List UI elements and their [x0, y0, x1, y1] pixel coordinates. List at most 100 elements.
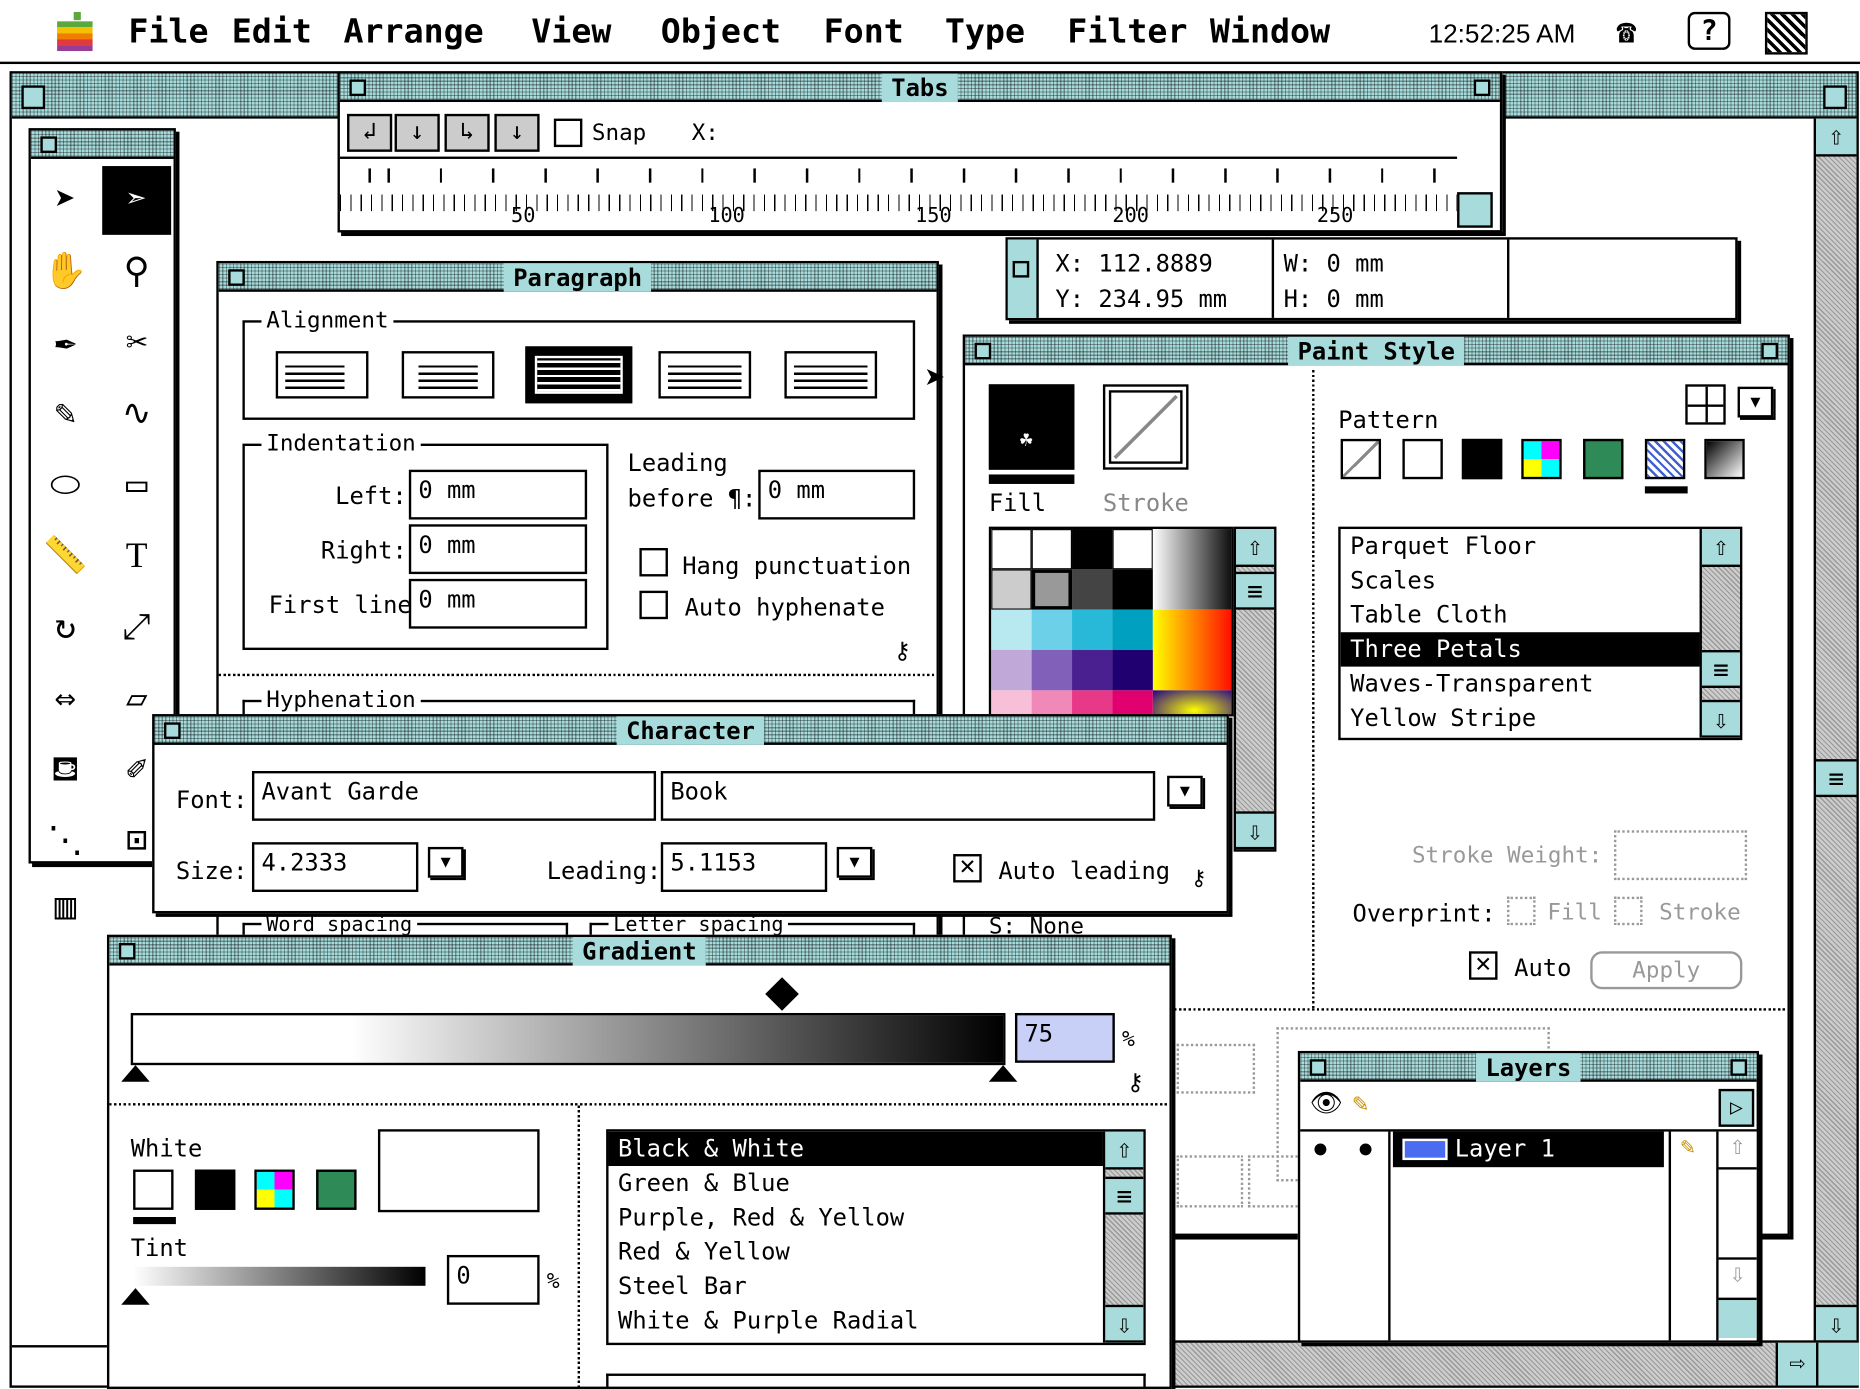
auto-checkbox[interactable]: ✕ [1468, 951, 1498, 980]
white-swatch[interactable] [1402, 438, 1443, 480]
font-size-dropdown[interactable]: ▼ [427, 846, 464, 878]
brush-tool-icon[interactable]: ✎ [31, 380, 100, 449]
pattern-item[interactable]: Parquet Floor [1341, 529, 1740, 563]
layers-size-box-icon[interactable] [1718, 1297, 1757, 1338]
gradient-scroll-down-icon[interactable]: ⇩ [1105, 1304, 1144, 1343]
overprint-stroke-checkbox[interactable] [1613, 896, 1643, 926]
gradient-item-selected[interactable]: Black & White [608, 1131, 1144, 1166]
font-style-dropdown[interactable]: ▼ [1167, 775, 1203, 807]
gradient-scroll-thumb[interactable]: ≡ [1105, 1176, 1144, 1215]
zoom-tool-icon[interactable]: ⚲ [102, 237, 171, 306]
gradient-black-swatch[interactable] [194, 1169, 236, 1210]
gradient-list-scrollbar[interactable]: ⇧ ≡ ⇩ [1102, 1131, 1144, 1343]
gradient-scroll-up-icon[interactable]: ⇧ [1105, 1131, 1144, 1170]
paint-zoom-box[interactable] [1761, 342, 1778, 360]
dash-pattern-field[interactable] [1176, 1043, 1256, 1094]
stroke-weight-field[interactable] [1613, 830, 1748, 881]
layers-scroll-up-icon[interactable]: ⇧ [1718, 1132, 1757, 1170]
stroke-swatch[interactable] [1102, 384, 1189, 470]
font-name-field[interactable]: Avant Garde [251, 771, 657, 821]
pattern-item[interactable]: Table Cloth [1341, 598, 1740, 632]
decimal-tab-button[interactable]: ↓ [494, 113, 540, 152]
menu-file[interactable]: File [128, 12, 208, 51]
paragraph-close-box[interactable] [228, 269, 245, 286]
leading-dropdown[interactable]: ▼ [836, 846, 873, 878]
gradient-midpoint-icon[interactable] [765, 977, 799, 1011]
layers-title-bar[interactable]: Layers [1300, 1053, 1757, 1082]
leading-field[interactable]: 5.1153 [660, 842, 828, 892]
document-close-box[interactable] [21, 85, 46, 110]
pen-tool-icon[interactable]: ✒ [31, 308, 100, 377]
pattern-item[interactable]: Scales [1341, 563, 1740, 597]
align-justify-icon[interactable] [658, 351, 752, 399]
hang-punctuation-checkbox[interactable] [639, 548, 668, 577]
blend-tool-icon[interactable]: ⋱ [31, 807, 100, 876]
tab-ruler[interactable]: 50 100 150 200 250 [339, 156, 1458, 231]
vertical-scrollbar[interactable]: ⇧ ≡ ⇩ [1813, 118, 1857, 1343]
phone-icon[interactable]: ☎ [1616, 12, 1636, 51]
paint-bucket-tool-icon[interactable]: ⛾ [31, 735, 100, 804]
layers-scroll-down-icon[interactable]: ⇩ [1718, 1257, 1757, 1295]
layers-zoom-box[interactable] [1730, 1059, 1748, 1076]
auto-leading-checkbox[interactable]: ✕ [953, 853, 982, 883]
scissors-tool-icon[interactable]: ✂ [102, 308, 171, 377]
black-swatch[interactable] [1461, 438, 1503, 480]
menu-filter[interactable]: Filter [1067, 12, 1187, 51]
font-style-field[interactable]: Book [660, 771, 1156, 821]
graph-tool-icon[interactable]: ▥ [31, 878, 100, 937]
snap-checkbox[interactable] [553, 118, 583, 148]
pattern-scroll-down-icon[interactable]: ⇩ [1701, 699, 1740, 738]
gradient-item[interactable]: Purple, Red & Yellow [609, 1200, 1144, 1234]
scroll-right-icon[interactable]: ⇨ [1775, 1342, 1817, 1386]
tint-slider-thumb-icon[interactable] [121, 1288, 150, 1305]
direct-selection-tool-icon[interactable]: ➣ [102, 166, 172, 235]
green-swatch[interactable] [1583, 438, 1624, 480]
align-force-justify-icon[interactable] [784, 351, 878, 399]
ellipse-tool-icon[interactable]: ⬭ [31, 451, 100, 520]
gradient-swatch[interactable] [1704, 438, 1745, 480]
gradient-percent-field[interactable]: 75 [1014, 1012, 1115, 1063]
size-box-icon[interactable] [1816, 1342, 1859, 1386]
rotate-tool-icon[interactable]: ↻ [31, 593, 100, 662]
menu-font[interactable]: Font [824, 12, 904, 51]
type-tool-icon[interactable]: T [102, 522, 171, 591]
tabs-zoom-box[interactable] [1473, 79, 1491, 97]
gradient-green-swatch[interactable] [316, 1169, 357, 1210]
gradient-item[interactable]: White & Purple Radial [609, 1304, 1144, 1338]
pattern-scroll-thumb[interactable]: ≡ [1701, 650, 1740, 688]
reflect-tool-icon[interactable]: ⇔ [31, 664, 100, 733]
layers-close-box[interactable] [1309, 1059, 1327, 1076]
layers-menu-button[interactable]: ▷ [1718, 1088, 1755, 1127]
gradient-process-swatch[interactable] [254, 1169, 295, 1210]
fill-swatch[interactable]: ☘ [988, 384, 1075, 470]
paragraph-title-bar[interactable]: Paragraph [218, 263, 937, 292]
layers-scrollbar[interactable]: ⇧ ⇩ [1716, 1131, 1757, 1341]
tint-slider[interactable] [133, 1266, 426, 1286]
menubar-clock[interactable]: 12:52:25 AM [1429, 19, 1576, 50]
gradient-item[interactable]: Green & Blue [609, 1166, 1144, 1200]
pattern-menu-dropdown[interactable]: ▼ [1737, 386, 1774, 418]
gradient-white-swatch[interactable] [133, 1169, 174, 1210]
swatch-scroll-down-icon[interactable]: ⇩ [1236, 811, 1275, 850]
right-tab-button[interactable]: ↳ [444, 113, 490, 152]
gradient-end-stop-icon[interactable] [988, 1065, 1018, 1082]
gradient-title-bar[interactable]: Gradient [109, 937, 1170, 966]
horizontal-scrollbar[interactable]: ⇨ [1171, 1340, 1859, 1386]
auto-hyphenate-checkbox[interactable] [639, 590, 668, 620]
menu-view[interactable]: View [531, 12, 611, 51]
color-swatch-grid[interactable] [988, 526, 1234, 717]
gradient-close-box[interactable] [118, 942, 136, 960]
align-center-icon[interactable] [401, 351, 495, 399]
rectangle-tool-icon[interactable]: ▭ [102, 451, 171, 520]
pattern-item-selected[interactable]: Three Petals [1340, 632, 1740, 667]
align-left-icon[interactable] [275, 351, 369, 399]
right-indent-field[interactable]: 0 mm [408, 524, 588, 575]
selection-tool-icon[interactable]: ➤ [31, 166, 100, 235]
scroll-up-icon[interactable]: ⇧ [1816, 118, 1857, 157]
pattern-scroll-up-icon[interactable]: ⇧ [1701, 529, 1740, 567]
center-tab-button[interactable]: ↓ [394, 113, 440, 152]
menu-object[interactable]: Object [661, 12, 781, 51]
application-icon[interactable] [1764, 11, 1808, 55]
menu-edit[interactable]: Edit [232, 12, 312, 51]
font-size-field[interactable]: 4.2333 [251, 842, 419, 892]
